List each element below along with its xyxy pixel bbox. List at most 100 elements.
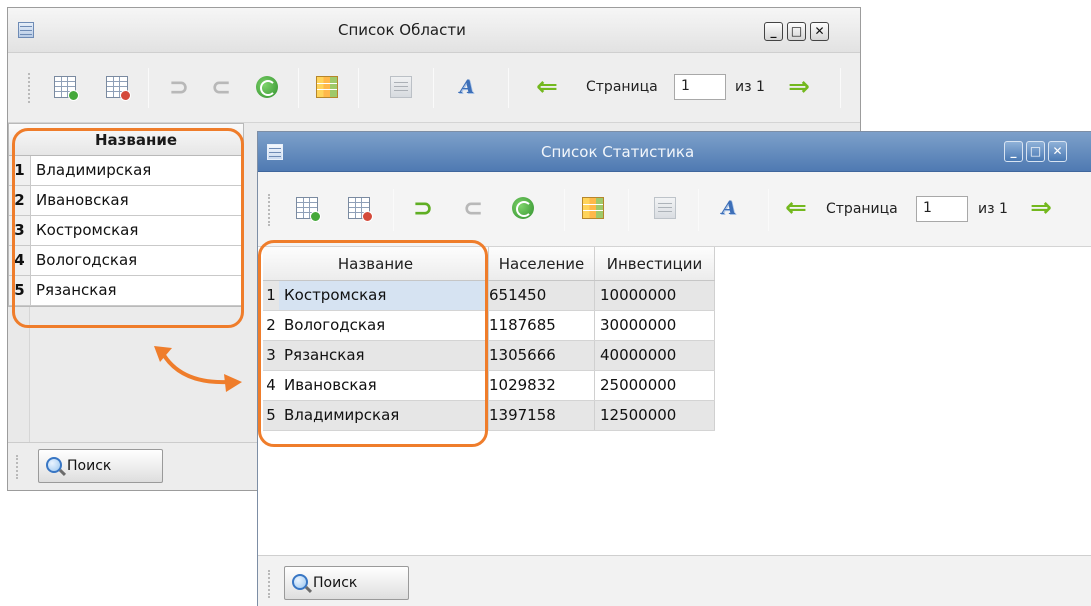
delete-row-icon[interactable]	[348, 197, 373, 222]
page-total-label: из 1	[735, 79, 765, 95]
refresh-icon[interactable]	[512, 197, 534, 219]
cell-name[interactable]: Ивановская	[279, 371, 489, 400]
close-button[interactable]: ✕	[1048, 141, 1067, 162]
refresh-icon[interactable]	[256, 76, 278, 98]
table-row[interactable]: 2 Вологодская 1187685 30000000	[263, 311, 715, 341]
cell-population[interactable]: 651450	[489, 281, 595, 310]
table-row[interactable]: 4 Вологодская	[9, 246, 243, 276]
table-row[interactable]: 1 Костромская 651450 10000000	[263, 281, 715, 311]
cell-name[interactable]: Ивановская	[31, 186, 129, 215]
title-bar[interactable]: Список Статистика _ □ ✕	[258, 132, 1091, 172]
maximize-button[interactable]: □	[787, 22, 806, 41]
cell-population[interactable]: 1305666	[489, 341, 595, 370]
column-header-name[interactable]: Название	[9, 124, 243, 156]
page-label: Страница	[586, 79, 658, 95]
table-row[interactable]: 5 Рязанская	[9, 276, 243, 306]
cell-population[interactable]: 1187685	[489, 311, 595, 340]
arrow-right-icon[interactable]: ⇒	[1030, 195, 1052, 221]
cell-name[interactable]: Рязанская	[31, 276, 117, 305]
cell-name[interactable]: Костромская	[279, 281, 489, 310]
cell-investments[interactable]: 12500000	[595, 401, 715, 430]
toolbar-grip[interactable]	[268, 194, 272, 226]
row-number: 4	[9, 246, 31, 275]
column-header-population[interactable]: Население	[489, 247, 595, 280]
row-number: 1	[9, 156, 31, 185]
toolbar-separator	[148, 68, 149, 108]
toolbar-separator	[698, 189, 699, 231]
toolbar-separator	[768, 189, 769, 231]
page-total-label: из 1	[978, 201, 1008, 217]
window-statistics: Список Статистика _ □ ✕ ⊃ ⊂ A ⇐ Страница…	[257, 131, 1091, 606]
column-header-investments[interactable]: Инвестиции	[595, 247, 715, 280]
toolbar-separator	[628, 189, 629, 231]
add-row-icon[interactable]	[54, 76, 79, 101]
cell-population[interactable]: 1029832	[489, 371, 595, 400]
redo-icon[interactable]: ⊂	[210, 75, 232, 99]
search-button-label: Поиск	[313, 575, 358, 591]
toolbar-separator	[840, 68, 841, 108]
toolbar-separator	[433, 68, 434, 108]
cell-name[interactable]: Вологодская	[31, 246, 137, 275]
cell-name[interactable]: Вологодская	[279, 311, 489, 340]
search-button-label: Поиск	[67, 458, 112, 474]
redo-icon[interactable]: ⊂	[462, 196, 484, 220]
undo-icon[interactable]: ⊃	[412, 196, 434, 220]
add-row-icon[interactable]	[296, 197, 321, 222]
page-label: Страница	[826, 201, 898, 217]
title-bar[interactable]: Список Области _ □ ✕	[8, 8, 860, 53]
minimize-button[interactable]: _	[764, 22, 783, 41]
export-icon[interactable]	[390, 76, 412, 98]
toolbar-separator	[564, 189, 565, 231]
undo-icon[interactable]: ⊃	[168, 75, 190, 99]
cell-investments[interactable]: 30000000	[595, 311, 715, 340]
row-number: 2	[9, 186, 31, 215]
cell-investments[interactable]: 10000000	[595, 281, 715, 310]
page-number-input[interactable]: 1	[916, 196, 968, 222]
text-format-icon[interactable]: A	[718, 197, 740, 219]
minimize-button[interactable]: _	[1004, 141, 1023, 162]
arrow-left-icon[interactable]: ⇐	[536, 74, 558, 100]
cell-name[interactable]: Владимирская	[279, 401, 489, 430]
table-row[interactable]: 2 Ивановская	[9, 186, 243, 216]
text-format-icon[interactable]: A	[456, 76, 478, 98]
toolbar-separator	[508, 68, 509, 108]
cell-investments[interactable]: 25000000	[595, 371, 715, 400]
export-icon[interactable]	[654, 197, 676, 219]
search-button[interactable]: Поиск	[284, 566, 409, 600]
link-arrow-icon	[154, 346, 242, 392]
column-header-name[interactable]: Название	[263, 247, 489, 280]
statistics-grid: Название Население Инвестиции 1 Костромс…	[263, 247, 715, 431]
table-icon[interactable]	[316, 76, 338, 98]
window-title: Список Статистика	[541, 143, 695, 161]
footer-grip[interactable]	[268, 570, 272, 598]
search-button[interactable]: Поиск	[38, 449, 163, 483]
table-row[interactable]: 5 Владимирская 1397158 12500000	[263, 401, 715, 431]
window-title: Список Области	[338, 21, 466, 39]
footer-grip[interactable]	[16, 455, 20, 479]
cell-name[interactable]: Рязанская	[279, 341, 489, 370]
page-number-input[interactable]: 1	[674, 74, 726, 100]
table-row[interactable]: 3 Костромская	[9, 216, 243, 246]
footer-bar: Поиск	[258, 555, 1091, 606]
table-row[interactable]: 4 Ивановская 1029832 25000000	[263, 371, 715, 401]
arrow-right-icon[interactable]: ⇒	[788, 74, 810, 100]
toolbar-separator	[358, 68, 359, 108]
delete-row-icon[interactable]	[106, 76, 131, 101]
row-number: 5	[266, 406, 276, 424]
cell-name[interactable]: Костромская	[31, 216, 138, 245]
table-icon[interactable]	[582, 197, 604, 219]
toolbar: ⊃ ⊂ A ⇐ Страница 1 из 1 ⇒	[258, 172, 1091, 247]
close-button[interactable]: ✕	[810, 22, 829, 41]
maximize-button[interactable]: □	[1026, 141, 1045, 162]
row-number: 5	[9, 276, 31, 305]
table-row[interactable]: 1 Владимирская	[9, 156, 243, 186]
window-app-icon	[18, 22, 34, 38]
table-row[interactable]: 3 Рязанская 1305666 40000000	[263, 341, 715, 371]
grid-header-row: Название Население Инвестиции	[263, 247, 715, 281]
toolbar: ⊃ ⊂ A ⇐ Страница 1 из 1 ⇒	[8, 53, 860, 123]
cell-name[interactable]: Владимирская	[31, 156, 151, 185]
toolbar-grip[interactable]	[28, 73, 32, 103]
arrow-left-icon[interactable]: ⇐	[785, 195, 807, 221]
cell-population[interactable]: 1397158	[489, 401, 595, 430]
cell-investments[interactable]: 40000000	[595, 341, 715, 370]
